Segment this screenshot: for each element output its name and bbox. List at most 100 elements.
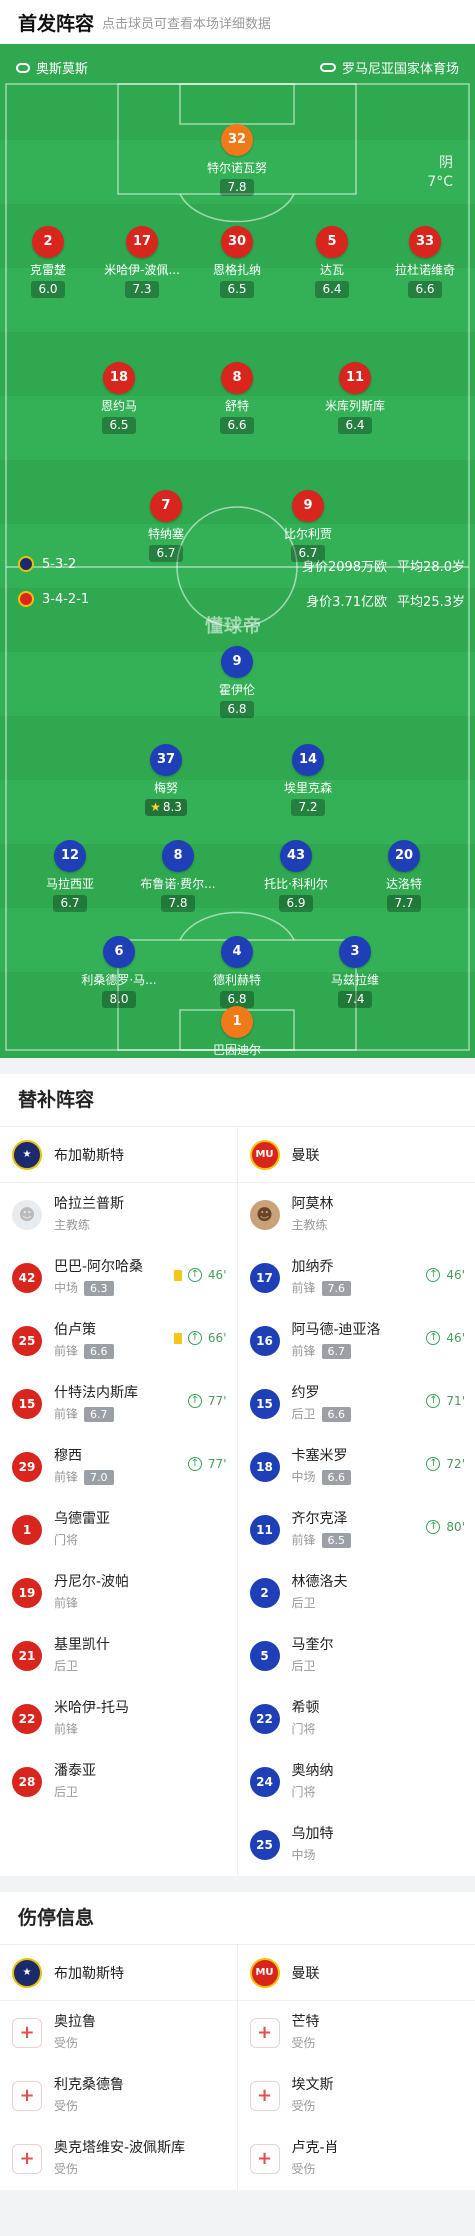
player-rating: 6.6 (84, 1344, 114, 1359)
rating-value: 7.2 (298, 800, 317, 814)
sub-in-minute: 80' (446, 1520, 465, 1534)
jersey-number: 3 (339, 936, 371, 968)
injured-player-row[interactable]: +卢克-肖受伤 (238, 2127, 475, 2190)
sub-in-minute: 66' (208, 1331, 227, 1345)
fcsb-crest-icon: ★ (12, 1958, 42, 1988)
away-player[interactable]: 4德利赫特6.8 (187, 936, 287, 1008)
home-player[interactable]: 30恩格扎纳6.5 (187, 226, 287, 298)
player-position: 前锋 (54, 1344, 78, 1358)
sub-player-row[interactable]: 5马奎尔后卫 (238, 1624, 475, 1687)
sub-player-row[interactable]: 22希顿门将 (238, 1687, 475, 1750)
home-player[interactable]: 7特纳塞6.7 (116, 490, 216, 562)
jersey-number: 22 (250, 1704, 280, 1734)
jersey-number: 25 (12, 1326, 42, 1356)
sub-player-row[interactable]: 15什特法内斯库前锋6.7↑77' (0, 1372, 237, 1435)
player-name: 齐尔克泽 (292, 1509, 352, 1530)
away-player[interactable]: 20达洛特7.7 (354, 840, 454, 912)
player-rating: 6.6 (408, 281, 442, 298)
away-player[interactable]: 1巴因迪尔6.8 (187, 1006, 287, 1058)
sub-player-row[interactable]: 22米哈伊-托马前锋 (0, 1687, 237, 1750)
home-player[interactable]: 9比尔利贾6.7 (258, 490, 358, 562)
player-name: 舒特 (187, 397, 287, 414)
away-player[interactable]: 3马兹拉维7.4 (305, 936, 405, 1008)
sub-player-row[interactable]: 25伯卢策前锋6.6↑66' (0, 1309, 237, 1372)
rating-value: 7.3 (132, 282, 151, 296)
player-name: 伯卢策 (54, 1320, 114, 1341)
home-player[interactable]: 11米库列斯库6.4 (305, 362, 405, 434)
player-name: 布鲁诺·费尔... (128, 875, 228, 892)
home-player[interactable]: 18恩约马6.5 (69, 362, 169, 434)
injured-player-row[interactable]: +奥克塔维安-波佩斯库受伤 (0, 2127, 237, 2190)
sub-player-row[interactable]: 2林德洛夫后卫 (238, 1561, 475, 1624)
sub-player-row[interactable]: 25乌加特中场 (238, 1813, 475, 1876)
player-name: 希顿 (292, 1698, 320, 1719)
player-name: 丹尼尔-波帕 (54, 1572, 129, 1593)
sub-player-row[interactable]: 28潘泰亚后卫 (0, 1750, 237, 1813)
sub-player-row[interactable]: 11齐尔克泽前锋6.5↑80' (238, 1498, 475, 1561)
home-player[interactable]: 33拉杜诺维奇6.6 (375, 226, 475, 298)
yellow-card-icon (174, 1270, 182, 1281)
person-icon: ☻ (12, 1200, 42, 1230)
sub-player-row[interactable]: 24奥纳纳门将 (238, 1750, 475, 1813)
injury-status: 受伤 (292, 2033, 320, 2054)
player-name: 米哈伊-波佩... (92, 261, 192, 278)
home-player[interactable]: 5达瓦6.4 (282, 226, 382, 298)
sub-player-row[interactable]: 42巴巴-阿尔哈桑中场6.3↑46' (0, 1246, 237, 1309)
home-team-label: 奥斯莫斯 (16, 58, 88, 77)
away-player[interactable]: 43托比·科利尔6.9 (246, 840, 346, 912)
home-player[interactable]: 2克雷楚6.0 (0, 226, 98, 298)
injured-player-row[interactable]: +利克桑德鲁受伤 (0, 2064, 237, 2127)
sub-in-icon: ↑ (426, 1520, 440, 1534)
medical-kit-icon: + (12, 2081, 42, 2111)
player-name: 恩格扎纳 (187, 261, 287, 278)
rating-value: 6.9 (286, 896, 305, 910)
home-coach[interactable]: ☻ 哈拉兰普斯 主教练 (0, 1183, 237, 1246)
away-player[interactable]: 8布鲁诺·费尔...7.8 (128, 840, 228, 912)
sub-in-minute: 71' (446, 1394, 465, 1408)
away-player[interactable]: 14埃里克森7.2 (258, 744, 358, 816)
rating-value: 7.4 (345, 992, 364, 1006)
player-name: 巴因迪尔 (187, 1041, 287, 1058)
sub-player-row[interactable]: 18卡塞米罗中场6.6↑72' (238, 1435, 475, 1498)
injured-player-row[interactable]: +埃文斯受伤 (238, 2064, 475, 2127)
away-player[interactable]: 6利桑德罗·马...8.0 (69, 936, 169, 1008)
home-player[interactable]: 17米哈伊-波佩...7.3 (92, 226, 192, 298)
player-name: 林德洛夫 (292, 1572, 348, 1593)
rating-value: 6.5 (227, 282, 246, 296)
rating-value: 6.5 (109, 418, 128, 432)
player-name: 恩约马 (69, 397, 169, 414)
player-rating: 6.5 (322, 1533, 352, 1548)
away-player[interactable]: 37梅努★8.3 (116, 744, 216, 816)
injured-player-row[interactable]: +奥拉鲁受伤 (0, 2001, 237, 2064)
sub-player-row[interactable]: 21基里凯什后卫 (0, 1624, 237, 1687)
home-formation: 5-3-2 (18, 556, 76, 572)
home-player[interactable]: 32特尔诺瓦努7.8 (187, 124, 287, 196)
player-position: 后卫 (54, 1785, 78, 1799)
sub-in-minute: 46' (208, 1268, 227, 1282)
player-name: 达洛特 (354, 875, 454, 892)
star-icon: ★ (150, 800, 161, 814)
whistle-icon (16, 63, 30, 73)
home-player[interactable]: 8舒特6.6 (187, 362, 287, 434)
rating-value: 6.6 (227, 418, 246, 432)
sub-player-row[interactable]: 17加纳乔前锋7.6↑46' (238, 1246, 475, 1309)
sub-player-row[interactable]: 29穆西前锋7.0↑77' (0, 1435, 237, 1498)
away-player[interactable]: 12马拉西亚6.7 (20, 840, 120, 912)
injured-player-row[interactable]: +芒特受伤 (238, 2001, 475, 2064)
sub-player-row[interactable]: 16阿马德-迪亚洛前锋6.7↑46' (238, 1309, 475, 1372)
jersey-number: 11 (250, 1515, 280, 1545)
player-name: 约罗 (292, 1383, 352, 1404)
sub-player-row[interactable]: 19丹尼尔-波帕前锋 (0, 1561, 237, 1624)
away-player[interactable]: 9霍伊伦6.8 (187, 646, 287, 718)
player-name: 德利赫特 (187, 971, 287, 988)
sub-player-row[interactable]: 1乌德雷亚门将 (0, 1498, 237, 1561)
sub-in-icon: ↑ (426, 1268, 440, 1282)
player-name: 卢克-肖 (292, 2138, 339, 2159)
jersey-number: 42 (12, 1263, 42, 1293)
player-position: 门将 (292, 1785, 316, 1799)
away-injuries-header: MU 曼联 (238, 1945, 475, 2001)
player-name: 利克桑德鲁 (54, 2075, 124, 2096)
sub-player-row[interactable]: 15约罗后卫6.6↑71' (238, 1372, 475, 1435)
away-coach[interactable]: ☻ 阿莫林 主教练 (238, 1183, 475, 1246)
player-name: 霍伊伦 (187, 681, 287, 698)
